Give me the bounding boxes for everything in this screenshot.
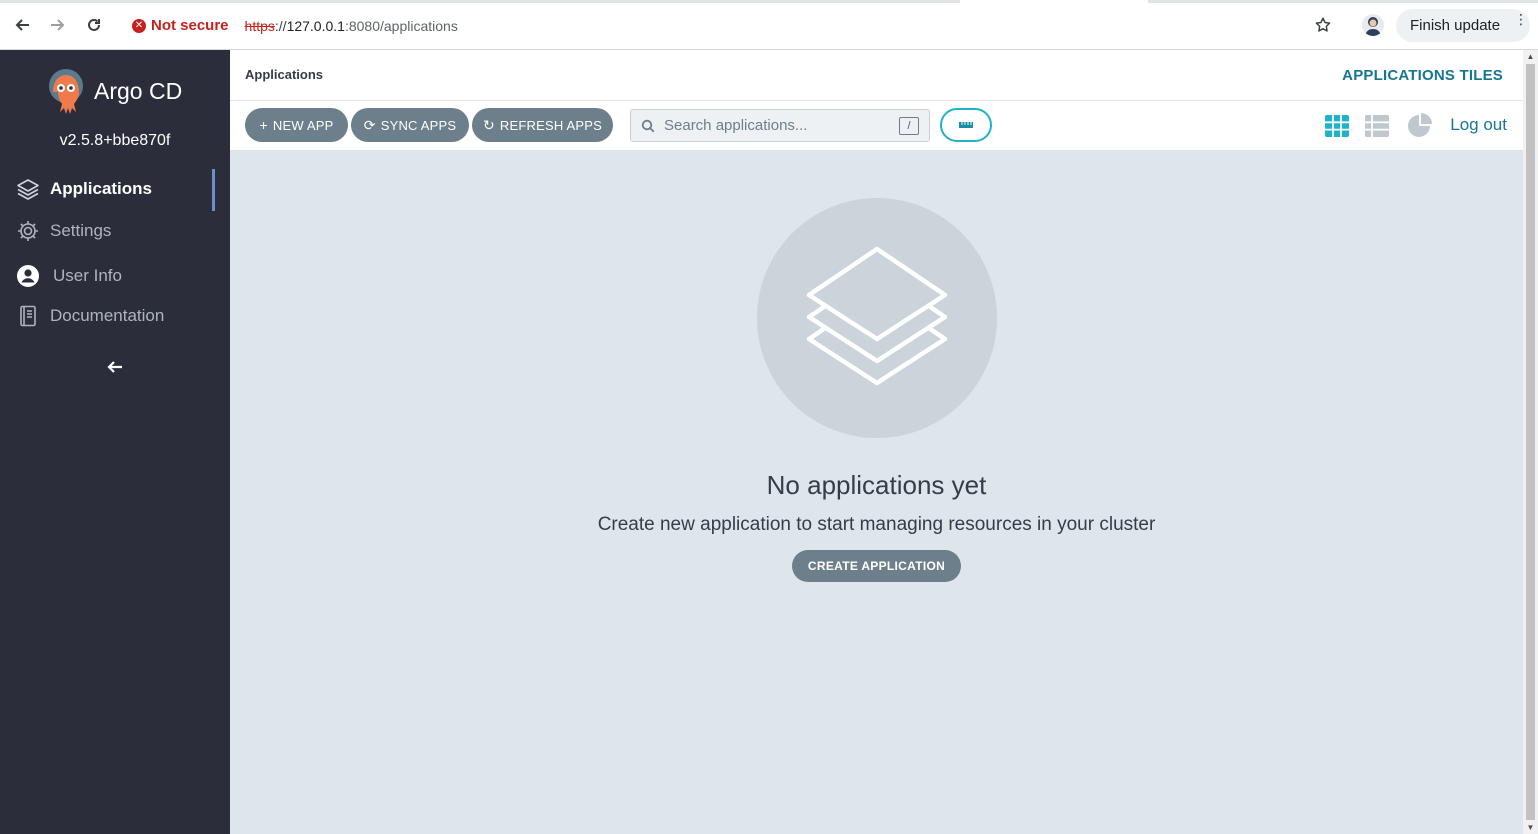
refresh-apps-label: REFRESH APPS: [499, 117, 603, 133]
scroll-up-icon[interactable]: ▲: [1526, 53, 1535, 61]
ruler-icon: [959, 122, 973, 128]
star-icon: [1315, 17, 1331, 32]
sidebar: Argo CD v2.5.8+bbe870f Applications Sett…: [0, 50, 230, 834]
breadcrumb[interactable]: Applications: [245, 67, 323, 82]
back-arrow-icon: [15, 19, 29, 31]
grid-icon: [1325, 115, 1349, 137]
warning-icon: ✕: [132, 18, 146, 33]
collapse-sidebar-button[interactable]: [102, 354, 128, 380]
empty-state-title: No applications yet: [766, 470, 987, 500]
refresh-icon: ↻: [482, 117, 495, 133]
sidebar-item-documentation[interactable]: Documentation: [0, 296, 230, 336]
list-icon: [1365, 115, 1389, 137]
tiles-view-button[interactable]: [1324, 113, 1350, 139]
sidebar-item-label: Applications: [50, 179, 153, 198]
sidebar-item-settings[interactable]: Settings: [0, 211, 230, 251]
sync-apps-label: SYNC APPS: [380, 117, 457, 133]
url-host: 127.0.0.1: [286, 17, 345, 34]
scroll-down-icon[interactable]: ▼: [1526, 824, 1535, 832]
forward-button[interactable]: [46, 13, 70, 37]
forward-arrow-icon: [51, 19, 65, 31]
tab-strip-edge-right: [1148, 0, 1538, 3]
new-app-label: NEW APP: [272, 117, 334, 133]
search-box[interactable]: /: [630, 109, 930, 142]
plus-icon: +: [259, 117, 268, 133]
person-icon: [1365, 17, 1381, 36]
tab-strip-edge: [0, 0, 960, 3]
page-scrollbar[interactable]: ▲ ▼: [1523, 50, 1538, 834]
empty-state-subtitle: Create new application to start managing…: [597, 514, 1156, 535]
bookmark-button[interactable]: [1311, 13, 1335, 37]
user-circle-icon: [16, 264, 40, 288]
layers-icon: [806, 246, 948, 386]
scroll-thumb[interactable]: [1526, 64, 1535, 820]
reload-button[interactable]: [82, 13, 106, 37]
url-path: :8080/applications: [344, 17, 458, 34]
back-button[interactable]: [10, 13, 34, 37]
sync-icon: ⟳: [363, 117, 376, 133]
list-view-button[interactable]: [1364, 113, 1390, 139]
search-icon: [641, 119, 655, 132]
security-chip[interactable]: ✕ Not secure: [120, 17, 229, 34]
sidebar-item-label: Documentation: [50, 306, 165, 325]
top-bar: Applications APPLICATIONS TILES: [230, 50, 1523, 101]
address-bar[interactable]: ✕ Not secure https://127.0.0.1:8080/appl…: [120, 9, 1350, 42]
arrow-left-icon: [107, 361, 122, 373]
security-label: Not secure: [151, 17, 229, 34]
gear-icon: [16, 219, 40, 243]
toolbar: + NEW APP ⟳ SYNC APPS ↻ REFRESH APPS / L…: [230, 101, 1523, 151]
sync-apps-button[interactable]: ⟳ SYNC APPS: [351, 108, 469, 142]
layers-icon: [16, 177, 40, 201]
browser-toolbar: ✕ Not secure https://127.0.0.1:8080/appl…: [0, 0, 1538, 50]
brand[interactable]: Argo CD: [44, 66, 182, 116]
pie-chart-icon: [1408, 113, 1432, 137]
url-separator: ://: [274, 17, 287, 34]
version-label: v2.5.8+bbe870f: [59, 132, 171, 149]
empty-state-illustration: [757, 198, 997, 438]
argo-logo: [49, 69, 83, 114]
brand-name: Argo CD: [94, 77, 183, 104]
profile-avatar[interactable]: [1362, 14, 1384, 36]
kebab-menu-icon: ⋮: [1514, 11, 1528, 27]
filter-toggle-button[interactable]: [940, 108, 992, 142]
book-icon: [16, 304, 40, 328]
sidebar-item-label: User Info: [53, 266, 122, 285]
sidebar-item-applications[interactable]: Applications: [0, 169, 230, 211]
page-title: APPLICATIONS TILES: [1342, 67, 1503, 84]
summary-view-button[interactable]: [1406, 113, 1432, 139]
finish-update-button[interactable]: Finish update ⋮: [1396, 9, 1530, 42]
url-scheme: https: [244, 17, 275, 34]
finish-update-label: Finish update: [1410, 17, 1501, 34]
refresh-apps-button[interactable]: ↻ REFRESH APPS: [472, 108, 613, 142]
create-application-button[interactable]: CREATE APPLICATION: [792, 550, 961, 582]
sidebar-item-user-info[interactable]: User Info: [0, 256, 230, 296]
url-text: https://127.0.0.1:8080/applications: [245, 18, 458, 34]
new-app-button[interactable]: + NEW APP: [245, 108, 348, 142]
sidebar-item-label: Settings: [50, 221, 112, 240]
reload-icon: [88, 18, 100, 31]
search-input[interactable]: [664, 117, 884, 134]
logout-link[interactable]: Log out: [1450, 115, 1507, 135]
shortcut-hint: /: [899, 117, 919, 135]
